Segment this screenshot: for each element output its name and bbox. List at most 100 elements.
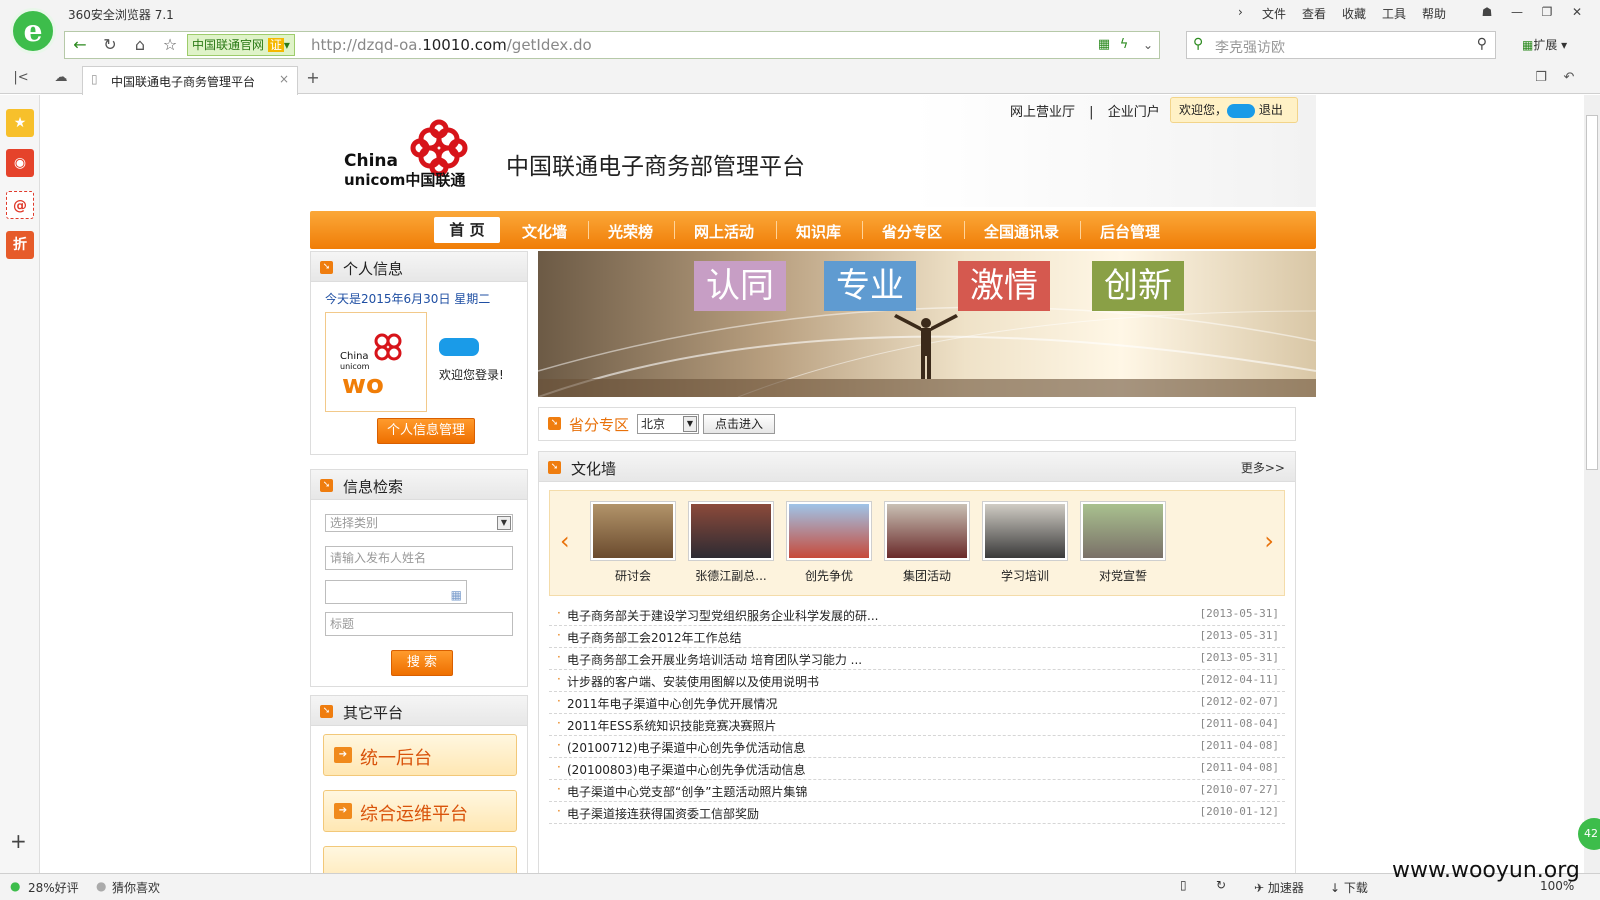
chevron-down-icon[interactable]: ▼: [497, 516, 511, 530]
menu-favorites[interactable]: 收藏: [1342, 5, 1366, 22]
photo-item[interactable]: 张德江副总...: [688, 501, 774, 587]
news-title[interactable]: 电子渠道接连获得国资委工信部奖励: [567, 805, 759, 822]
news-row[interactable]: · (20100712)电子渠道中心创先争优活动信息 [2011-04-08]: [549, 736, 1285, 758]
lightning-icon[interactable]: ϟ: [1111, 32, 1137, 58]
home-icon[interactable]: ⌂: [127, 32, 153, 58]
scrollbar-thumb[interactable]: [1586, 115, 1598, 470]
menu-tools[interactable]: 工具: [1382, 5, 1406, 22]
nav-online-activities[interactable]: 网上活动: [694, 221, 754, 242]
nav-knowledge-base[interactable]: 知识库: [796, 221, 841, 242]
search-box[interactable]: ⚲ 李克强访欧 ⚲: [1186, 31, 1496, 59]
tab-close-icon[interactable]: ×: [279, 72, 289, 86]
calendar-icon[interactable]: ▦: [451, 584, 462, 606]
photo-item[interactable]: 集团活动: [884, 501, 970, 587]
photo-item[interactable]: 研讨会: [590, 501, 676, 587]
news-row[interactable]: · 2011年ESS系统知识技能竞赛决赛照片 [2011-08-04]: [549, 714, 1285, 736]
news-title[interactable]: 电子商务部工会2012年工作总结: [567, 629, 742, 646]
site-verified-badge[interactable]: 中国联通官网 证 ▾: [187, 34, 295, 56]
tab-list-icon[interactable]: ❐: [1528, 65, 1554, 91]
weibo-icon[interactable]: ◉: [6, 149, 34, 177]
news-row[interactable]: · (20100803)电子渠道中心创先争优活动信息 [2011-04-08]: [549, 758, 1285, 780]
refresh-icon[interactable]: ↻: [97, 32, 123, 58]
news-title[interactable]: 电子商务部工会开展业务培训活动 培育团队学习能力 ...: [567, 651, 862, 668]
menu-view[interactable]: 查看: [1302, 5, 1326, 22]
news-row[interactable]: · 电子商务部工会2012年工作总结 [2013-05-31]: [549, 626, 1285, 648]
news-title[interactable]: 电子渠道中心党支部“创争”主题活动照片集锦: [567, 783, 807, 800]
unicom-logo[interactable]: China unicom中国联通: [344, 115, 484, 197]
nav-admin[interactable]: 后台管理: [1100, 221, 1160, 242]
photo-item[interactable]: 学习培训: [982, 501, 1068, 587]
unified-backend-button[interactable]: ➔ 统一后台: [323, 734, 517, 776]
news-title[interactable]: (20100803)电子渠道中心创先争优活动信息: [567, 761, 805, 778]
favorites-star-icon[interactable]: ★: [6, 109, 34, 137]
news-row[interactable]: · 电子渠道接连获得国资委工信部奖励 [2010-01-12]: [549, 802, 1285, 824]
logout-link[interactable]: 退出: [1259, 103, 1283, 117]
province-select[interactable]: 北京 ▼: [637, 414, 699, 434]
news-title[interactable]: 2011年电子渠道中心创先争优开展情况: [567, 695, 778, 712]
cloud-icon[interactable]: ☁: [48, 65, 74, 91]
news-title[interactable]: 2011年ESS系统知识技能竞赛决赛照片: [567, 717, 776, 734]
url-text[interactable]: http://dzqd-oa.10010.com/getIdex.do: [311, 36, 592, 54]
undo-close-icon[interactable]: ↶: [1556, 65, 1582, 91]
platform-button-partial[interactable]: [323, 846, 517, 873]
mobile-icon[interactable]: ▯: [1180, 878, 1187, 892]
enterprise-portal-link[interactable]: 企业门户: [1108, 105, 1160, 120]
close-icon[interactable]: ✕: [1566, 2, 1588, 22]
star-icon[interactable]: ☆: [157, 32, 183, 58]
add-sidebar-icon[interactable]: +: [10, 829, 27, 853]
photo-item[interactable]: 对党宣誓: [1080, 501, 1166, 587]
download[interactable]: ↓ 下载: [1330, 879, 1368, 896]
news-row[interactable]: · 电子渠道中心党支部“创争”主题活动照片集锦 [2010-07-27]: [549, 780, 1285, 802]
search-engine-icon[interactable]: ⚲: [1193, 36, 1203, 52]
search-icon[interactable]: ⚲: [1477, 36, 1487, 52]
accelerator[interactable]: ✈ 加速器: [1254, 879, 1304, 896]
news-row[interactable]: · 2011年电子渠道中心创先争优开展情况 [2012-02-07]: [549, 692, 1285, 714]
publisher-input[interactable]: 请输入发布人姓名: [325, 546, 513, 570]
sidebar-toggle-icon[interactable]: |<: [8, 65, 34, 91]
banner[interactable]: 认同 专业 激情 创新: [538, 251, 1316, 397]
sync-icon[interactable]: ↻: [1216, 878, 1226, 892]
menu-file[interactable]: 文件: [1262, 5, 1286, 22]
menu-help[interactable]: 帮助: [1422, 5, 1446, 22]
skin-icon[interactable]: ☗: [1476, 2, 1498, 22]
nav-home[interactable]: 首 页: [434, 217, 500, 243]
search-button[interactable]: 搜 索: [391, 650, 453, 676]
search-input[interactable]: 李克强访欧: [1215, 37, 1285, 57]
dropdown-icon[interactable]: ⌄: [1135, 32, 1161, 58]
minimize-icon[interactable]: —: [1506, 2, 1528, 22]
mail-icon[interactable]: @: [6, 191, 34, 219]
nav-honor-roll[interactable]: 光荣榜: [608, 221, 653, 242]
news-title[interactable]: (20100712)电子渠道中心创先争优活动信息: [567, 739, 805, 756]
discount-icon[interactable]: 折: [6, 231, 34, 259]
back-button-icon[interactable]: ←: [67, 32, 93, 58]
title-input[interactable]: 标题: [325, 612, 513, 636]
more-link[interactable]: 更多>>: [1241, 459, 1285, 476]
manage-profile-button[interactable]: 个人信息管理: [377, 418, 475, 444]
news-row[interactable]: · 电子商务部关于建设学习型党组织服务企业科学发展的研... [2013-05-31…: [549, 604, 1285, 626]
news-row[interactable]: · 电子商务部工会开展业务培训活动 培育团队学习能力 ... [2013-05-31…: [549, 648, 1285, 670]
category-select[interactable]: 选择类别 ▼: [325, 514, 513, 532]
news-row[interactable]: · 计步器的客户端、安装使用图解以及使用说明书 [2012-04-11]: [549, 670, 1285, 692]
floating-badge[interactable]: 42: [1578, 818, 1600, 850]
browser-logo-icon[interactable]: e: [10, 8, 56, 54]
news-title[interactable]: 计步器的客户端、安装使用图解以及使用说明书: [567, 673, 819, 690]
date-input[interactable]: ▦: [325, 580, 467, 604]
carousel-next-icon[interactable]: ›: [1264, 527, 1274, 555]
photo-item[interactable]: 创先争优: [786, 501, 872, 587]
online-hall-link[interactable]: 网上营业厅: [1010, 105, 1075, 120]
tab-active[interactable]: ▯ 中国联通电子商务管理平台 ×: [82, 66, 298, 95]
maximize-icon[interactable]: ❐: [1536, 2, 1558, 22]
news-title[interactable]: 电子商务部关于建设学习型党组织服务企业科学发展的研...: [567, 607, 878, 624]
guess-like-link[interactable]: 猜你喜欢: [112, 879, 160, 896]
vertical-scrollbar[interactable]: [1584, 95, 1600, 873]
enter-province-button[interactable]: 点击进入: [703, 414, 775, 434]
chevron-down-icon[interactable]: ▼: [683, 416, 697, 432]
new-tab-icon[interactable]: +: [300, 65, 326, 91]
nav-address-book[interactable]: 全国通讯录: [984, 221, 1059, 242]
nav-province-zone[interactable]: 省分专区: [882, 221, 942, 242]
carousel-prev-icon[interactable]: ‹: [560, 527, 570, 555]
menu-chevron-icon[interactable]: ›: [1238, 5, 1243, 19]
address-bar[interactable]: ← ↻ ⌂ ☆ 中国联通官网 证 ▾ http://dzqd-oa.10010.c…: [64, 31, 1160, 59]
extend-menu[interactable]: ▦扩展 ▾: [1522, 36, 1567, 53]
nav-culture-wall[interactable]: 文化墙: [522, 221, 567, 242]
